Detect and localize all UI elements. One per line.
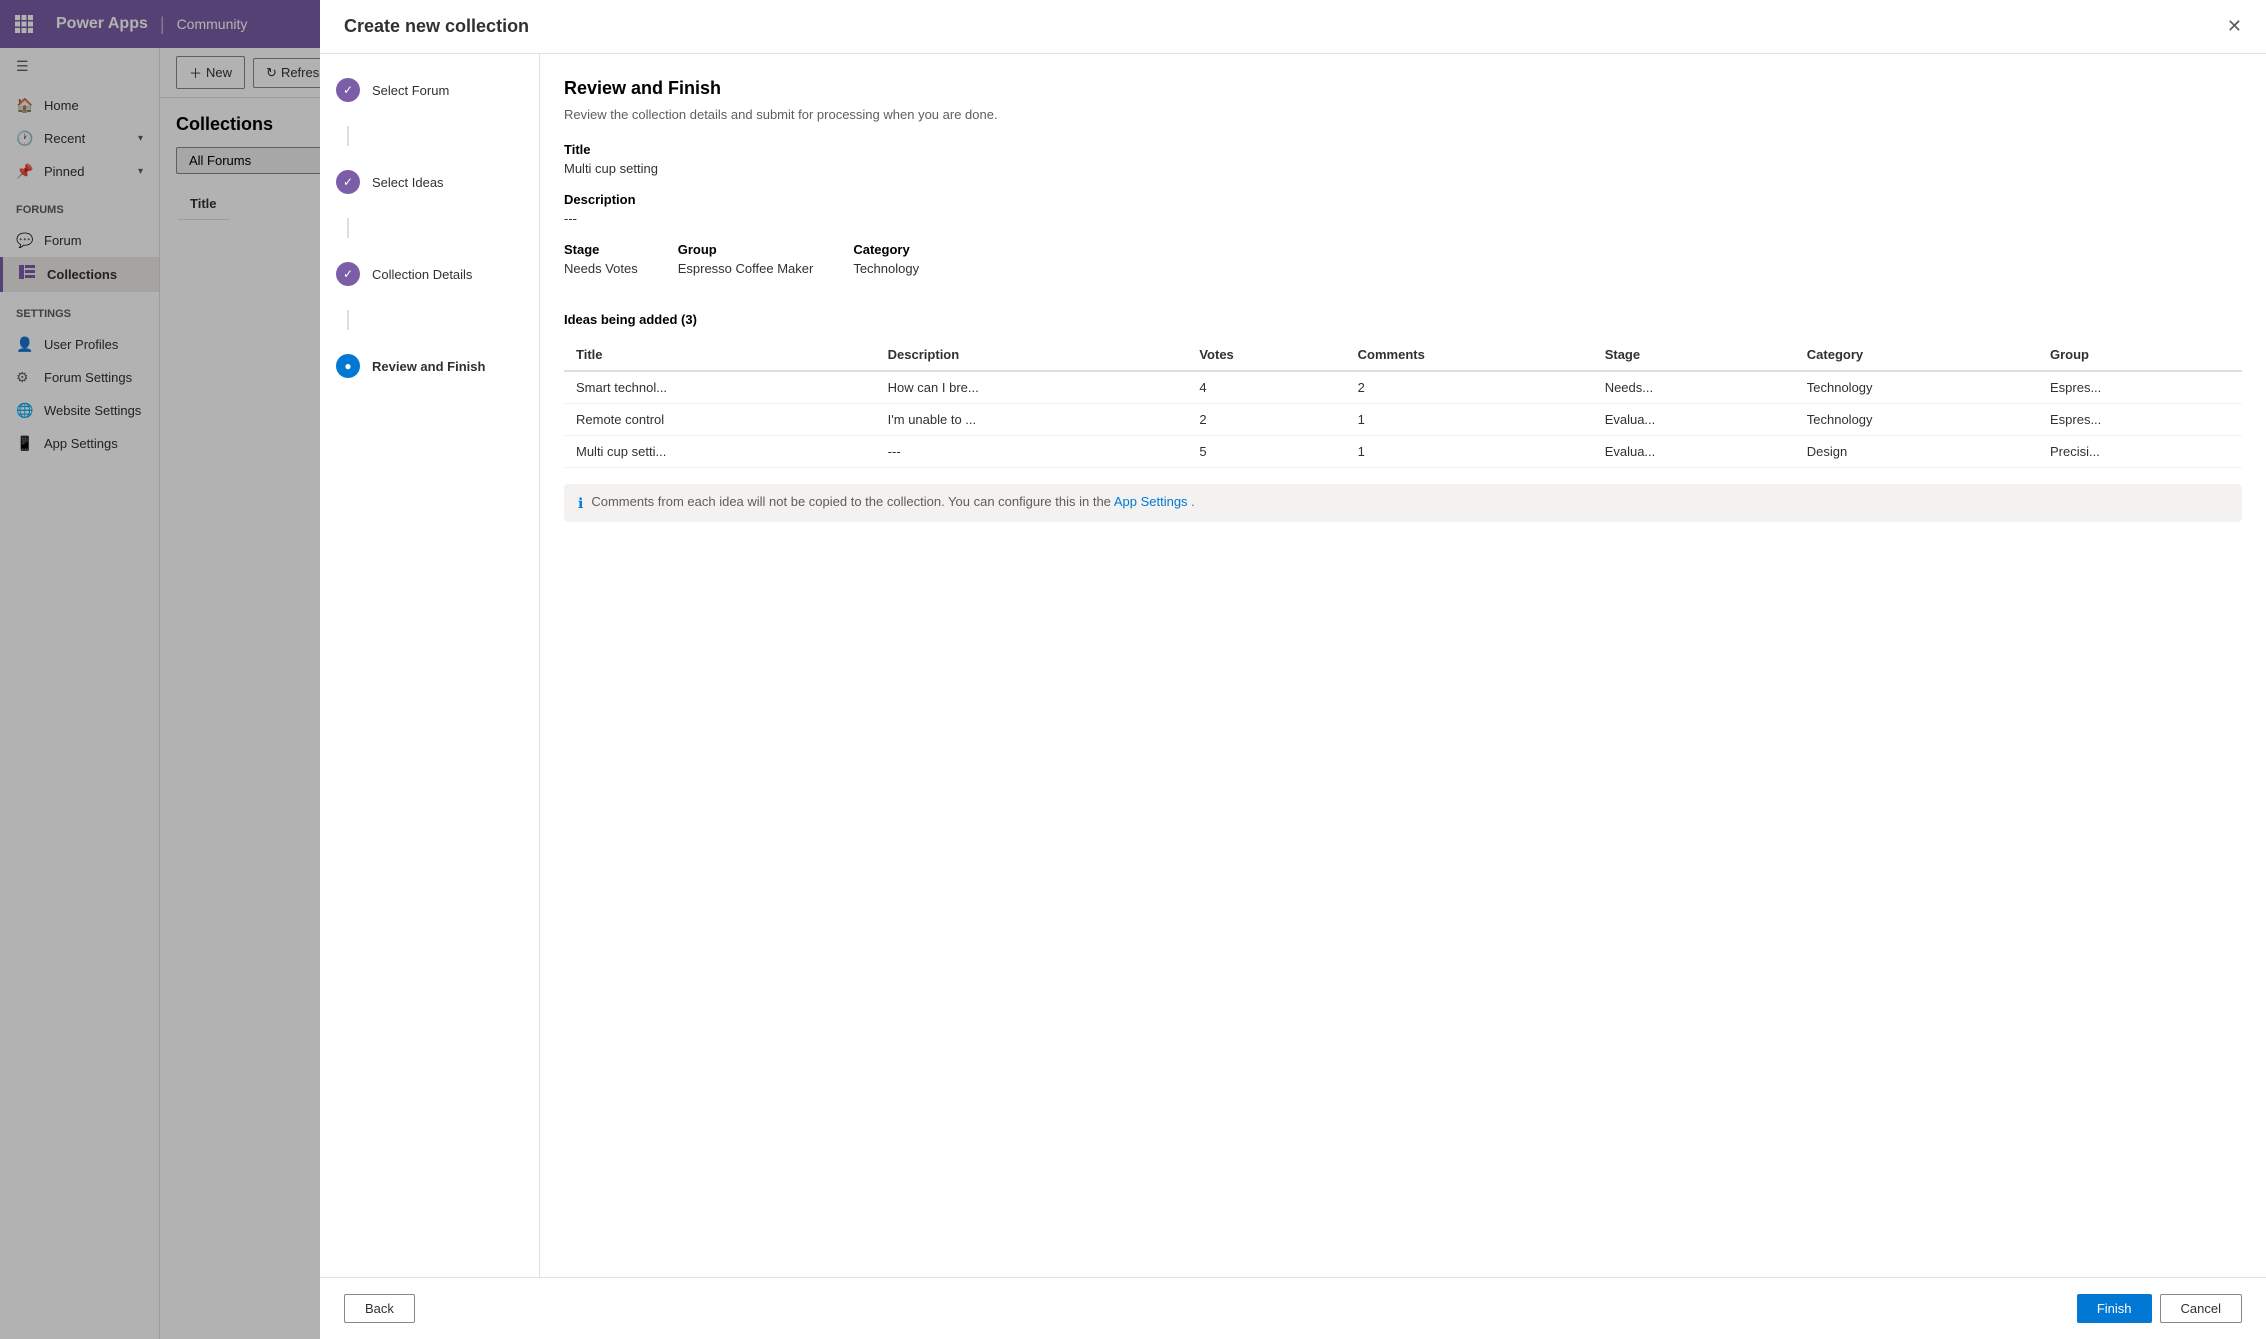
back-button[interactable]: Back	[344, 1294, 415, 1323]
footer-right-buttons: Finish Cancel	[2077, 1294, 2242, 1323]
idea-votes: 4	[1187, 371, 1345, 404]
info-message: Comments from each idea will not be copi…	[591, 494, 1194, 509]
step-circle-collection-details: ✓	[336, 262, 360, 286]
idea-comments: 1	[1346, 404, 1593, 436]
idea-category: Technology	[1795, 371, 2038, 404]
idea-comments: 2	[1346, 371, 1593, 404]
review-content: Review and Finish Review the collection …	[540, 54, 2266, 1277]
idea-votes: 5	[1187, 436, 1345, 468]
ideas-header-group: Group	[2038, 339, 2242, 371]
category-label: Category	[853, 242, 919, 257]
review-subtitle: Review the collection details and submit…	[564, 107, 2242, 122]
group-col: Group Espresso Coffee Maker	[678, 242, 814, 292]
step-connector-3	[347, 310, 349, 330]
ideas-header-votes: Votes	[1187, 339, 1345, 371]
idea-votes: 2	[1187, 404, 1345, 436]
ideas-table-header-row: Title Description Votes Comments Stage C…	[564, 339, 2242, 371]
step-label-select-ideas: Select Ideas	[372, 175, 444, 190]
table-row: Remote controlI'm unable to ...21Evalua.…	[564, 404, 2242, 436]
idea-category: Technology	[1795, 404, 2038, 436]
modal-footer: Back Finish Cancel	[320, 1277, 2266, 1339]
wizard-step-collection-details: ✓ Collection Details	[336, 262, 523, 286]
modal-overlay: Create new collection ✕ ✓ Select Forum ✓…	[0, 0, 2266, 1339]
category-col: Category Technology	[853, 242, 919, 292]
ideas-header-description: Description	[876, 339, 1188, 371]
modal-header: Create new collection ✕	[320, 0, 2266, 54]
close-button[interactable]: ✕	[2227, 16, 2242, 37]
review-row-stage-group-category: Stage Needs Votes Group Espresso Coffee …	[564, 242, 2242, 292]
description-field-value: ---	[564, 211, 2242, 226]
idea-stage: Needs...	[1593, 371, 1795, 404]
idea-description: How can I bre...	[876, 371, 1188, 404]
step-circle-select-ideas: ✓	[336, 170, 360, 194]
idea-group: Espres...	[2038, 404, 2242, 436]
stage-label: Stage	[564, 242, 638, 257]
idea-title: Smart technol...	[564, 371, 876, 404]
step-circle-select-forum: ✓	[336, 78, 360, 102]
title-field-value: Multi cup setting	[564, 161, 2242, 176]
ideas-header-title: Title	[564, 339, 876, 371]
idea-stage: Evalua...	[1593, 436, 1795, 468]
title-field-label: Title	[564, 142, 2242, 157]
info-icon: ℹ	[578, 495, 583, 512]
cancel-button[interactable]: Cancel	[2160, 1294, 2242, 1323]
ideas-header-comments: Comments	[1346, 339, 1593, 371]
description-field-label: Description	[564, 192, 2242, 207]
ideas-being-added-title: Ideas being added (3)	[564, 312, 2242, 327]
step-connector-1	[347, 126, 349, 146]
wizard-step-select-ideas: ✓ Select Ideas	[336, 170, 523, 194]
idea-group: Espres...	[2038, 371, 2242, 404]
group-label: Group	[678, 242, 814, 257]
info-banner: ℹ Comments from each idea will not be co…	[564, 484, 2242, 522]
ideas-header-category: Category	[1795, 339, 2038, 371]
idea-comments: 1	[1346, 436, 1593, 468]
step-label-review-finish: Review and Finish	[372, 359, 485, 374]
step-connector-2	[347, 218, 349, 238]
step-label-collection-details: Collection Details	[372, 267, 472, 282]
step-label-select-forum: Select Forum	[372, 83, 449, 98]
table-row: Smart technol...How can I bre...42Needs.…	[564, 371, 2242, 404]
modal-body: ✓ Select Forum ✓ Select Ideas ✓ Collecti…	[320, 54, 2266, 1277]
table-row: Multi cup setti...---51Evalua...DesignPr…	[564, 436, 2242, 468]
idea-category: Design	[1795, 436, 2038, 468]
review-section-title: Review and Finish	[564, 78, 2242, 99]
wizard-step-select-forum: ✓ Select Forum	[336, 78, 523, 102]
wizard-steps: ✓ Select Forum ✓ Select Ideas ✓ Collecti…	[320, 54, 540, 1277]
stage-col: Stage Needs Votes	[564, 242, 638, 292]
idea-group: Precisi...	[2038, 436, 2242, 468]
idea-stage: Evalua...	[1593, 404, 1795, 436]
group-value: Espresso Coffee Maker	[678, 261, 814, 276]
idea-title: Remote control	[564, 404, 876, 436]
wizard-step-review-finish: ● Review and Finish	[336, 354, 523, 378]
ideas-table: Title Description Votes Comments Stage C…	[564, 339, 2242, 468]
stage-value: Needs Votes	[564, 261, 638, 276]
category-value: Technology	[853, 261, 919, 276]
finish-button[interactable]: Finish	[2077, 1294, 2152, 1323]
modal-title: Create new collection	[344, 16, 529, 37]
create-collection-modal: Create new collection ✕ ✓ Select Forum ✓…	[320, 0, 2266, 1339]
idea-description: ---	[876, 436, 1188, 468]
ideas-header-stage: Stage	[1593, 339, 1795, 371]
idea-title: Multi cup setti...	[564, 436, 876, 468]
idea-description: I'm unable to ...	[876, 404, 1188, 436]
app-settings-link[interactable]: App Settings	[1114, 494, 1188, 509]
step-circle-review-finish: ●	[336, 354, 360, 378]
